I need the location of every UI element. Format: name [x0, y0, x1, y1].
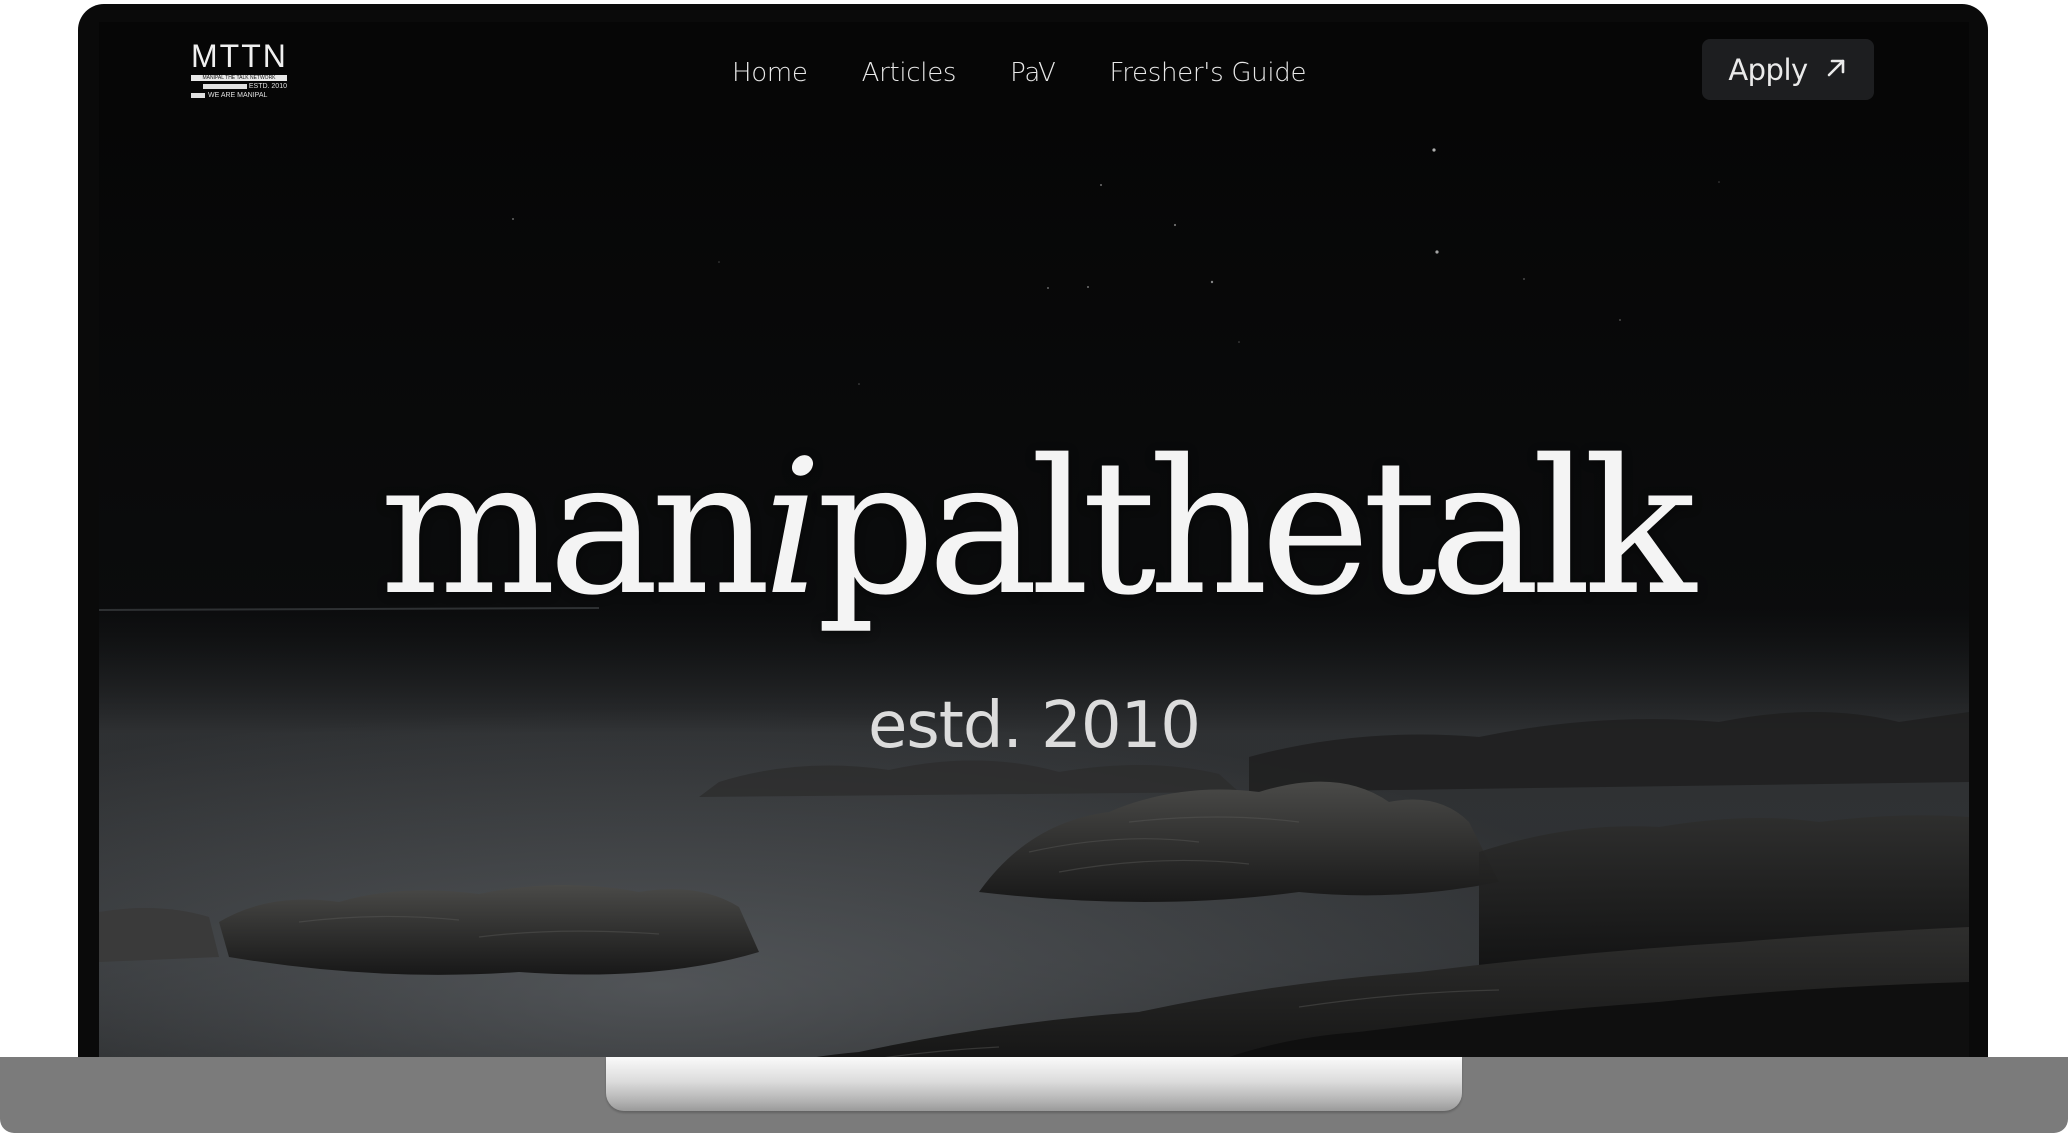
nav-articles[interactable]: Articles	[862, 58, 957, 88]
logo-estd-text: ESTD. 2010	[248, 83, 287, 90]
hero-title-italic: i	[762, 419, 822, 636]
logo-title: MTTN	[191, 38, 288, 74]
hero-title: manipalthetalk	[99, 418, 1969, 638]
hero-subtitle: estd. 2010	[868, 689, 1201, 763]
nav-pav[interactable]: PaV	[1010, 58, 1056, 88]
nav-home[interactable]: Home	[732, 58, 808, 88]
top-navbar: MTTN MANIPAL THE TALK NETWORK ESTD. 2010…	[99, 22, 1969, 128]
hero-title-part2: palthetalk	[816, 419, 1696, 636]
hero-title-part1: man	[379, 419, 771, 636]
apply-button[interactable]: Apply	[1702, 39, 1874, 100]
arrow-up-right-icon	[1824, 53, 1848, 87]
logo-estd: ESTD. 2010	[191, 83, 287, 91]
apply-button-label: Apply	[1728, 52, 1808, 87]
mttn-logo[interactable]: MTTN MANIPAL THE TALK NETWORK ESTD. 2010…	[191, 40, 289, 102]
browser-viewport: MTTN MANIPAL THE TALK NETWORK ESTD. 2010…	[99, 22, 1969, 1112]
logo-motto: WE ARE MANIPAL	[191, 92, 289, 100]
logo-tagline: MANIPAL THE TALK NETWORK	[191, 75, 287, 81]
nav-freshers-guide[interactable]: Fresher's Guide	[1109, 58, 1306, 88]
logo-motto-text: WE ARE MANIPAL	[208, 92, 268, 99]
laptop-notch	[606, 1057, 1462, 1111]
primary-nav: Home Articles PaV Fresher's Guide	[732, 53, 1306, 93]
